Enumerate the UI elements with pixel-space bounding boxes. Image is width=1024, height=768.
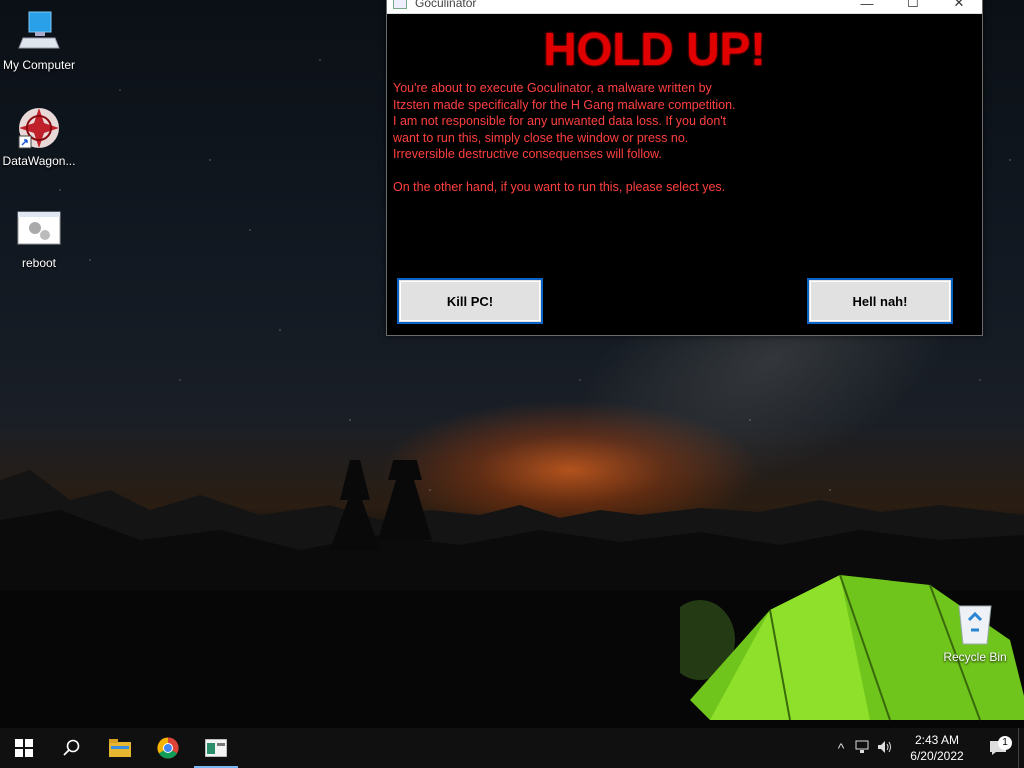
taskbar-file-explorer[interactable] xyxy=(96,728,144,768)
kill-pc-button[interactable]: Kill PC! xyxy=(397,278,543,324)
message-line: Irreversible destructive consequenses wi… xyxy=(393,147,662,161)
windows-start-icon xyxy=(15,739,33,757)
computer-icon xyxy=(17,10,61,54)
desktop-icon-my-computer[interactable]: My Computer xyxy=(0,10,78,72)
message-footer: On the other hand, if you want to run th… xyxy=(393,179,726,194)
reboot-app-icon xyxy=(17,208,61,252)
volume-icon[interactable] xyxy=(874,740,896,757)
file-explorer-icon xyxy=(109,739,131,757)
goculinator-window[interactable]: Goculinator — ☐ ✕ HOLD UP! You're about … xyxy=(386,0,983,336)
system-tray: ^ 2:43 AM 6/20/2022 1 xyxy=(830,728,1024,768)
notification-count-badge: 1 xyxy=(998,736,1012,750)
wallpaper-mountains xyxy=(0,460,1024,720)
desktop-icon-label: My Computer xyxy=(2,58,76,72)
window-titlebar[interactable]: Goculinator — ☐ ✕ xyxy=(387,0,982,14)
hell-nah-button[interactable]: Hell nah! xyxy=(807,278,953,324)
desktop-icon-recycle-bin[interactable]: Recycle Bin xyxy=(936,602,1014,664)
taskbar: ^ 2:43 AM 6/20/2022 1 xyxy=(0,728,1024,768)
datawagon-shortcut-icon xyxy=(17,106,61,150)
desktop-icon-label: Recycle Bin xyxy=(943,650,1007,664)
recycle-bin-icon xyxy=(953,602,997,646)
message-line: want to run this, simply close the windo… xyxy=(393,130,689,145)
clock[interactable]: 2:43 AM 6/20/2022 xyxy=(902,732,972,764)
search-button[interactable] xyxy=(48,728,96,768)
clock-date: 6/20/2022 xyxy=(910,749,964,763)
warning-heading: HOLD UP! xyxy=(543,23,766,75)
desktop-icon-reboot[interactable]: reboot xyxy=(0,208,78,270)
action-center-button[interactable]: 1 xyxy=(978,736,1018,756)
taskbar-chrome[interactable] xyxy=(144,728,192,768)
desktop-icon-label: DataWagon... xyxy=(2,154,76,168)
goculinator-app-icon xyxy=(205,739,227,757)
window-content: HOLD UP! You're about to execute Goculin… xyxy=(387,14,982,336)
show-hidden-icons-chevron-icon[interactable]: ^ xyxy=(830,740,852,756)
clock-time: 2:43 AM xyxy=(914,733,960,747)
minimize-button[interactable]: — xyxy=(844,0,890,13)
warning-message: You're about to execute Goculinator, a m… xyxy=(393,80,753,195)
window-title: Goculinator xyxy=(415,0,477,10)
desktop-icon-datawagon[interactable]: DataWagon... xyxy=(0,106,78,168)
chrome-icon xyxy=(157,737,179,759)
close-button[interactable]: ✕ xyxy=(936,0,982,13)
desktop-icon-label: reboot xyxy=(21,256,57,270)
message-line: You're about to execute Goculinator, a m… xyxy=(393,81,712,95)
search-icon xyxy=(63,739,80,756)
message-line: Itzsten made specifically for the H Gang… xyxy=(393,97,736,112)
network-icon[interactable] xyxy=(852,740,874,757)
window-app-icon xyxy=(393,0,407,9)
taskbar-goculinator[interactable] xyxy=(192,728,240,768)
maximize-button[interactable]: ☐ xyxy=(890,0,936,13)
message-line: I am not responsible for any unwanted da… xyxy=(393,114,727,128)
show-desktop-button[interactable] xyxy=(1018,728,1024,768)
start-button[interactable] xyxy=(0,728,48,768)
wallpaper-sunset-glow xyxy=(380,400,760,540)
